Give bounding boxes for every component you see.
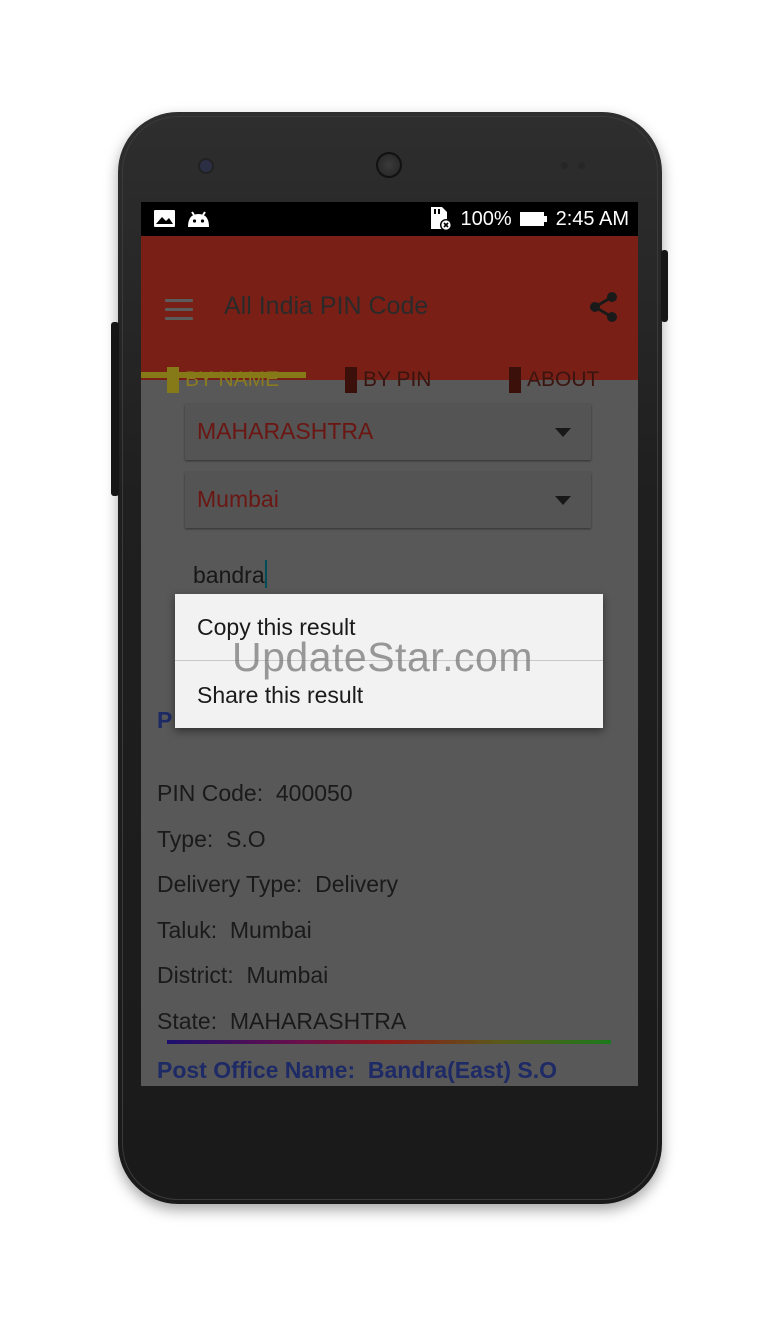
delivery-type-field: Delivery Type: Delivery — [157, 871, 398, 898]
field-label: State: — [157, 1008, 218, 1034]
tab-marker-icon — [509, 367, 521, 393]
taluk-field: Taluk: Mumbai — [157, 917, 312, 944]
result-divider — [167, 1040, 611, 1044]
pin-code-field: PIN Code: 400050 — [157, 780, 353, 807]
battery-icon — [519, 212, 547, 226]
district-field: District: Mumbai — [157, 962, 328, 989]
earpiece-speaker — [376, 152, 402, 178]
app-title: All India PIN Code — [224, 292, 429, 320]
share-icon[interactable] — [586, 289, 622, 325]
tab-label: ABOUT — [527, 368, 600, 391]
city-dropdown[interactable]: Mumbai — [185, 472, 591, 528]
field-value: Mumbai — [229, 917, 312, 943]
field-value: Mumbai — [246, 962, 329, 988]
state-dropdown-value: MAHARASHTRA — [197, 418, 374, 444]
tab-marker-icon — [345, 367, 357, 393]
post-office-value: Bandra(East) S.O — [367, 1057, 558, 1083]
status-bar: 100% 2:45 AM — [141, 202, 638, 236]
power-button — [661, 250, 668, 322]
android-icon — [188, 211, 209, 227]
image-icon — [154, 210, 175, 227]
tab-label: BY PIN — [363, 368, 432, 391]
field-label: District: — [157, 962, 234, 988]
hamburger-menu-icon[interactable] — [165, 299, 193, 321]
status-right-group: 100% 2:45 AM — [428, 206, 629, 232]
state-dropdown[interactable]: MAHARASHTRA — [185, 404, 591, 460]
state-field: State: MAHARASHTRA — [157, 1008, 406, 1035]
dropdown-arrow-icon — [555, 428, 571, 437]
field-value: Delivery — [315, 871, 399, 897]
field-label: PIN Code: — [157, 780, 264, 806]
field-value: MAHARASHTRA — [229, 1008, 407, 1034]
battery-percent: 100% — [460, 207, 512, 230]
field-value: S.O — [226, 826, 266, 852]
share-result-menu-item[interactable]: Share this result — [197, 682, 363, 709]
search-input-value: bandra — [193, 562, 265, 588]
text-cursor — [264, 560, 267, 588]
field-label: Type: — [157, 826, 214, 852]
clock: 2:45 AM — [555, 207, 629, 230]
light-sensor — [578, 162, 585, 169]
post-office-label-partial: P — [157, 707, 173, 733]
dropdown-arrow-icon — [555, 496, 571, 505]
field-label: Delivery Type: — [157, 871, 303, 897]
next-post-office-name[interactable]: Post Office Name: Bandra(East) S.O — [157, 1057, 557, 1084]
sd-card-icon — [431, 207, 453, 231]
watermark-text: UpdateStar.com — [232, 634, 533, 680]
volume-button — [111, 322, 119, 496]
tab-marker-icon — [167, 367, 179, 393]
type-field: Type: S.O — [157, 826, 266, 853]
post-office-label: Post Office Name: — [157, 1057, 356, 1083]
front-camera — [200, 160, 212, 172]
city-dropdown-value: Mumbai — [197, 486, 279, 512]
proximity-sensor — [561, 162, 568, 169]
active-tab-indicator — [141, 372, 306, 378]
field-value: 400050 — [275, 780, 353, 806]
app-bar: All India PIN Code BY NAME BY PIN ABOUT — [141, 236, 638, 393]
field-label: Taluk: — [157, 917, 218, 943]
